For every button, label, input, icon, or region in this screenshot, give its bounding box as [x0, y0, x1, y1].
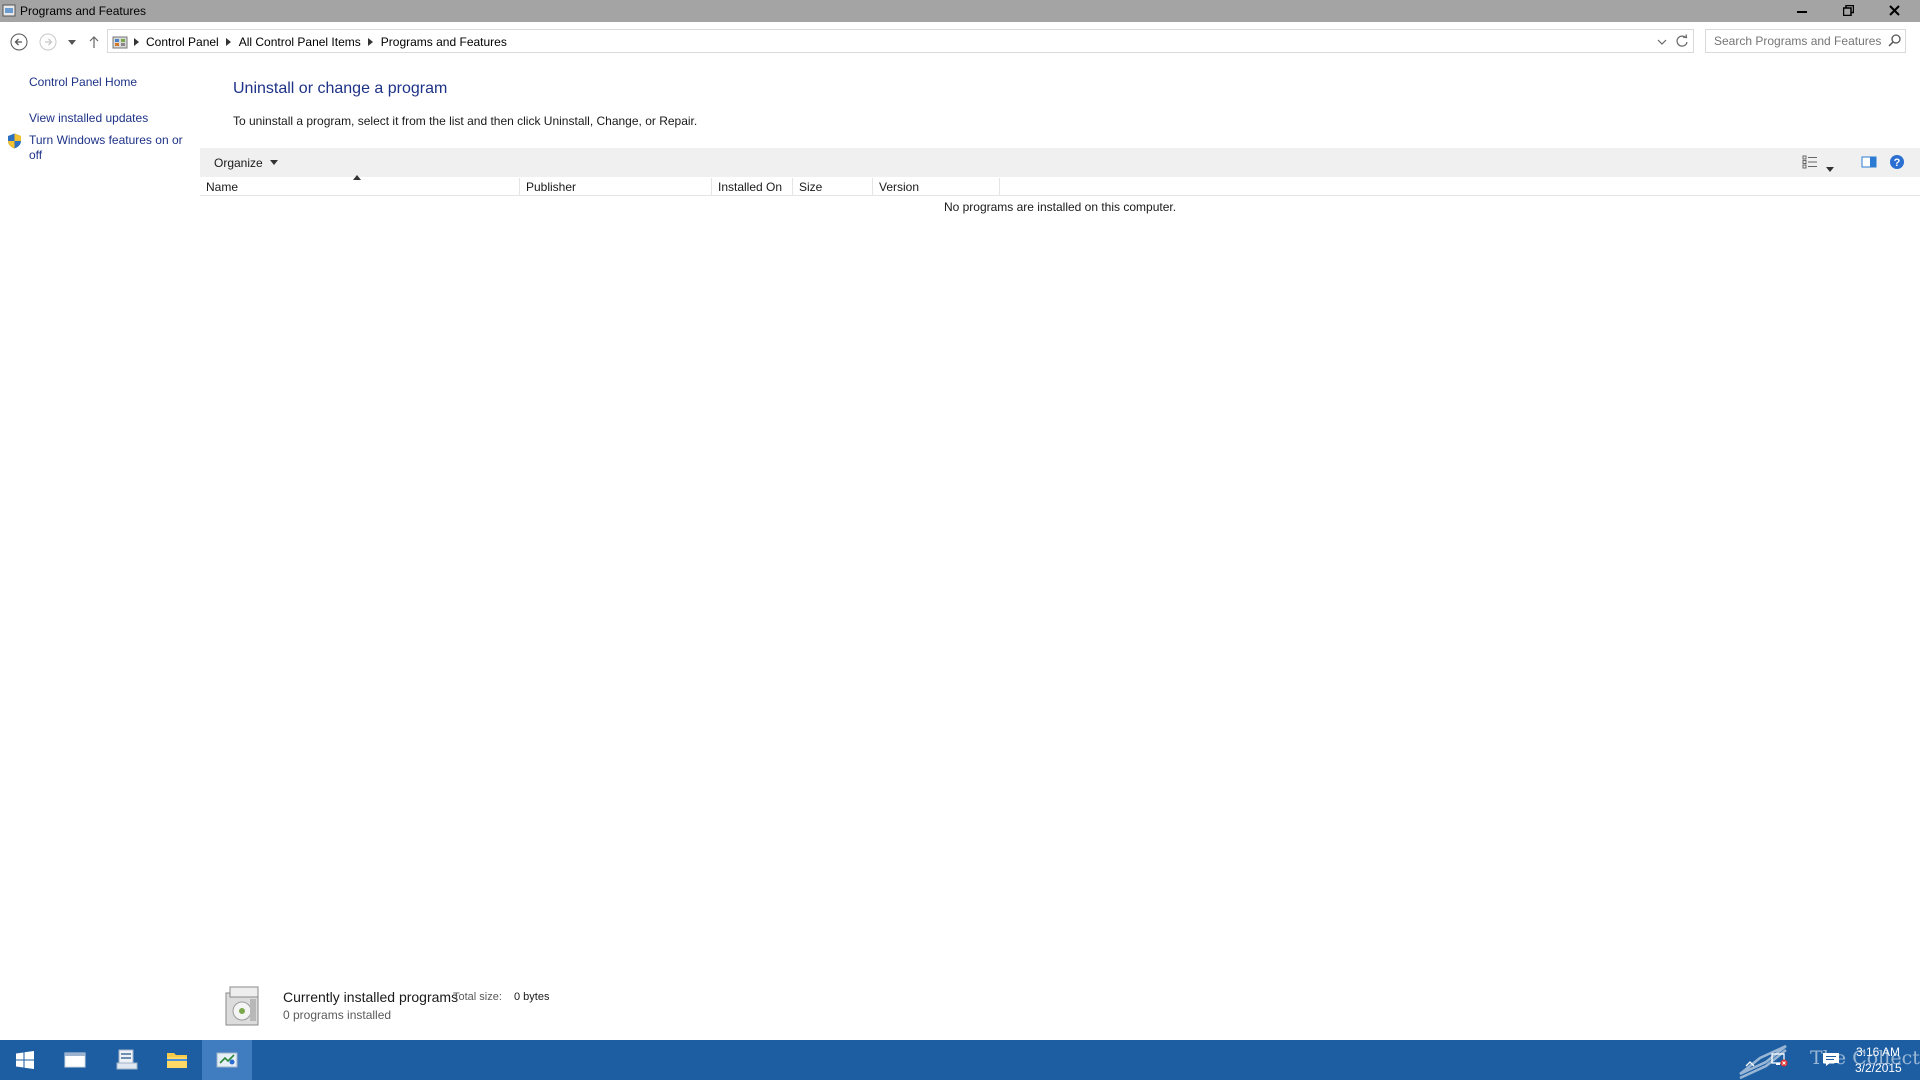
window-title: Programs and Features — [20, 4, 147, 18]
empty-list-message: No programs are installed on this comput… — [943, 200, 1177, 214]
installed-programs-icon — [220, 983, 266, 1029]
minimize-button[interactable] — [1779, 0, 1825, 20]
start-button[interactable] — [0, 1040, 50, 1080]
page-title: Uninstall or change a program — [233, 80, 448, 97]
refresh-icon — [1676, 34, 1688, 47]
chevron-up-icon — [1745, 1061, 1755, 1067]
turn-windows-features-link[interactable]: Turn Windows features on or off — [29, 133, 189, 163]
chevron-down-icon — [1826, 167, 1834, 172]
column-header-row: Name Publisher Installed On Size Version — [200, 175, 1920, 196]
breadcrumb-control-panel[interactable]: Control Panel — [140, 35, 225, 49]
sort-ascending-icon — [353, 175, 361, 180]
taskbar-app-server-manager[interactable] — [102, 1040, 152, 1080]
command-bar: Organize ? — [200, 148, 1920, 177]
details-title: Currently installed programs — [283, 989, 459, 1005]
column-header-version[interactable]: Version — [873, 178, 1000, 196]
column-header-size[interactable]: Size — [793, 178, 873, 196]
change-view-button[interactable] — [1802, 155, 1818, 174]
windows-logo-icon — [16, 1051, 34, 1069]
clock-time[interactable]: 3:16 AM — [1856, 1045, 1900, 1059]
search-icon[interactable] — [1888, 34, 1901, 52]
taskbar-app-control-panel[interactable] — [202, 1040, 252, 1080]
svg-text:?: ? — [1894, 157, 1901, 169]
programs-features-app-icon — [2, 3, 17, 18]
breadcrumb-separator-icon[interactable] — [132, 38, 140, 46]
clock-date[interactable]: 3/2/2015 — [1855, 1061, 1902, 1075]
folder-icon — [167, 1053, 187, 1068]
page-instructions: To uninstall a program, select it from t… — [233, 114, 698, 128]
restore-button[interactable] — [1825, 0, 1871, 20]
back-button[interactable] — [8, 31, 30, 53]
uac-shield-icon — [7, 133, 22, 154]
network-tray-icon[interactable] — [1770, 1051, 1788, 1072]
up-arrow-icon — [89, 36, 99, 48]
details-view-icon — [1802, 155, 1817, 169]
breadcrumb-separator-icon[interactable] — [367, 38, 375, 46]
console-window-icon — [64, 1052, 86, 1068]
view-options-dropdown[interactable] — [1826, 159, 1834, 177]
action-center-icon[interactable] — [1822, 1051, 1840, 1072]
taskbar-app-file-explorer[interactable] — [152, 1040, 202, 1080]
server-manager-icon — [116, 1049, 138, 1070]
breadcrumb-separator-icon[interactable] — [225, 38, 233, 46]
total-size-label: Total size: — [453, 991, 502, 1003]
main-content: Uninstall or change a program To uninsta… — [200, 58, 1920, 1038]
organize-button[interactable]: Organize — [208, 152, 284, 173]
control-panel-home-link[interactable]: Control Panel Home — [29, 75, 137, 90]
programs-count: 0 programs installed — [283, 1008, 392, 1022]
breadcrumb: Control Panel All Control Panel Items Pr… — [112, 33, 513, 51]
forward-arrow-icon — [39, 33, 57, 51]
forward-button[interactable] — [37, 31, 59, 53]
taskbar: The Collection Book 3:16 AM 3/2/2015 — [0, 1040, 1920, 1080]
organize-label: Organize — [214, 155, 263, 170]
minimize-icon — [1797, 11, 1807, 13]
help-icon: ? — [1890, 155, 1904, 169]
address-history-dropdown[interactable] — [1657, 35, 1667, 53]
breadcrumb-all-control-panel-items[interactable]: All Control Panel Items — [233, 35, 367, 49]
chevron-down-icon — [68, 39, 76, 45]
view-installed-updates-link[interactable]: View installed updates — [29, 111, 148, 126]
column-header-publisher[interactable]: Publisher — [520, 178, 712, 196]
title-bar: Programs and Features — [0, 0, 1920, 22]
recent-locations-button[interactable] — [62, 31, 82, 53]
column-header-name[interactable]: Name — [200, 175, 520, 196]
details-pane: Currently installed programs Total size:… — [200, 975, 1600, 1035]
help-button[interactable]: ? — [1889, 154, 1905, 175]
column-header-installed-on[interactable]: Installed On — [712, 178, 793, 196]
breadcrumb-programs-and-features[interactable]: Programs and Features — [375, 35, 513, 49]
navigation-row: Control Panel All Control Panel Items Pr… — [0, 22, 1920, 58]
back-arrow-icon — [10, 33, 28, 51]
up-button[interactable] — [83, 31, 105, 53]
refresh-button[interactable] — [1675, 34, 1689, 53]
control-panel-folder-icon — [112, 34, 128, 50]
total-size-value: 0 bytes — [514, 991, 550, 1003]
close-button[interactable] — [1871, 0, 1917, 20]
preview-pane-button[interactable] — [1861, 155, 1877, 174]
show-hidden-icons-button[interactable] — [1745, 1054, 1755, 1072]
taskbar-app-powershell[interactable] — [50, 1040, 100, 1080]
close-icon — [1888, 4, 1900, 16]
column-name-label: Name — [206, 180, 239, 194]
search-input[interactable] — [1714, 33, 1884, 49]
control-panel-icon — [216, 1052, 238, 1068]
address-bar[interactable]: Control Panel All Control Panel Items Pr… — [107, 29, 1694, 53]
restore-icon — [1842, 4, 1854, 16]
search-box[interactable] — [1705, 29, 1906, 53]
chevron-down-icon — [269, 160, 278, 165]
left-task-pane: Control Panel Home View installed update… — [0, 58, 190, 1038]
chevron-down-icon — [1657, 39, 1667, 45]
preview-pane-icon — [1861, 156, 1877, 168]
